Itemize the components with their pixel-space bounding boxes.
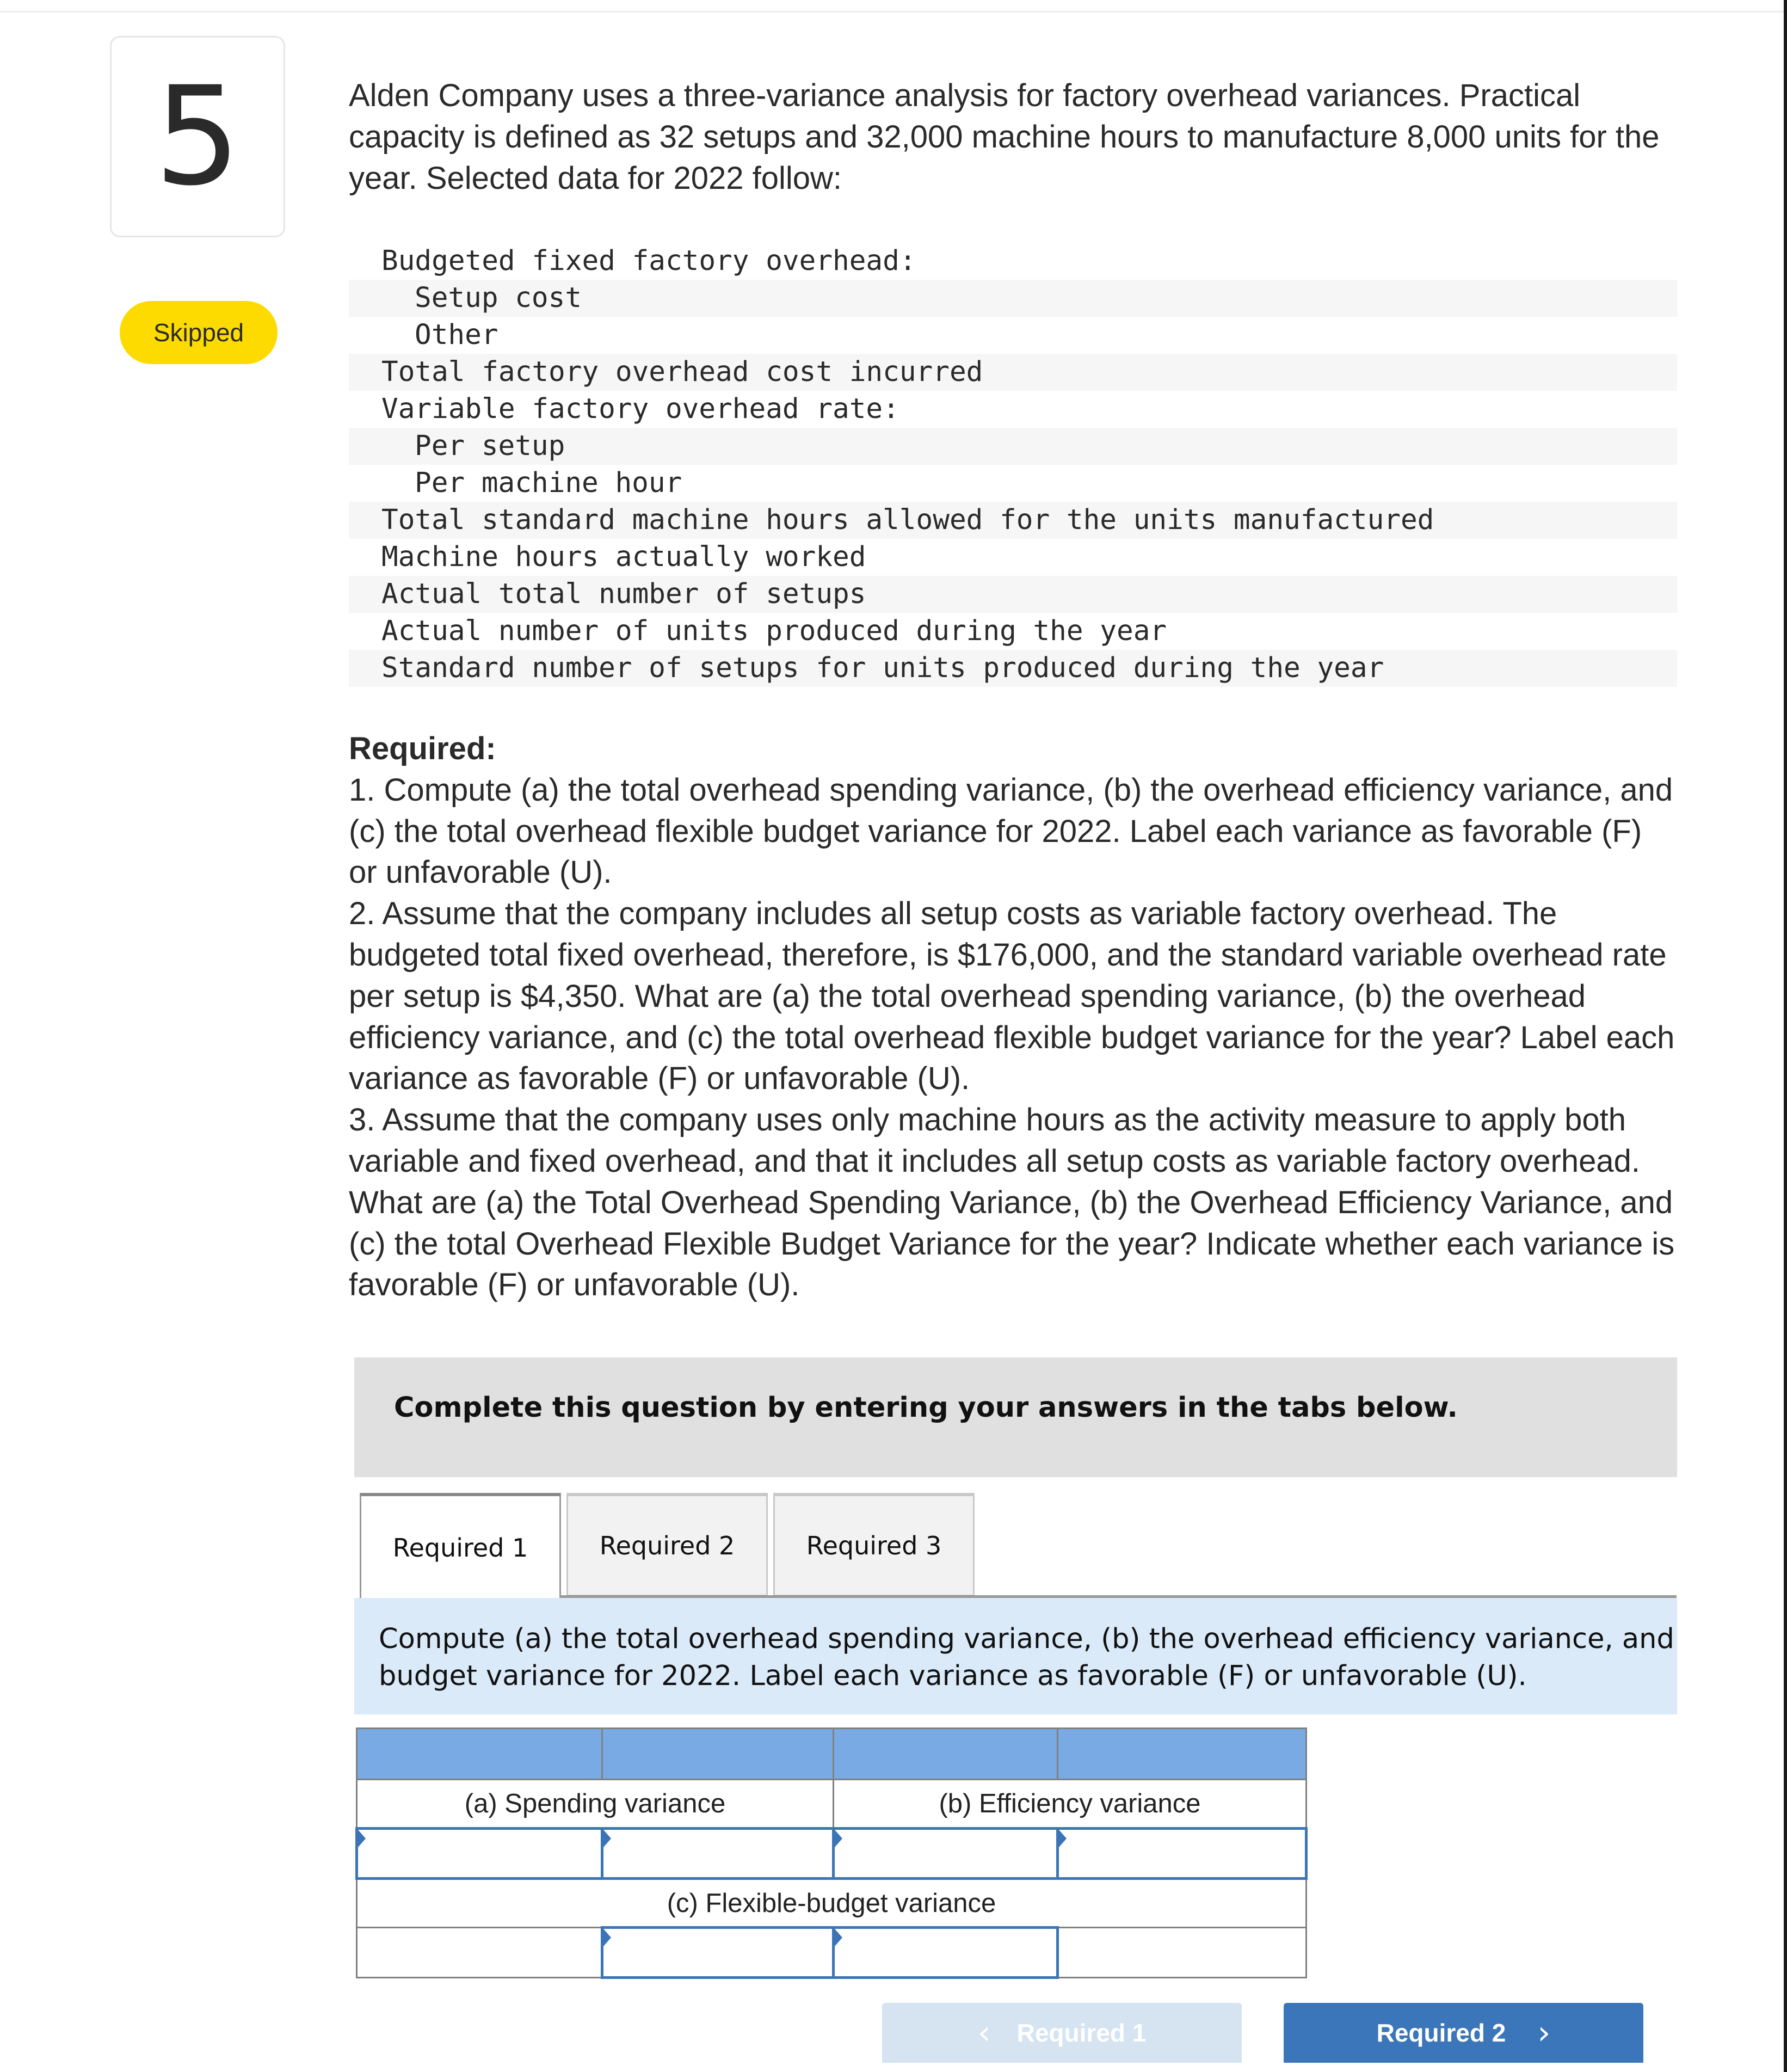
status-badge: Skipped	[120, 301, 278, 364]
chevron-left-icon: ‹	[977, 2014, 991, 2052]
data-table-row: Total factory overhead cost incurred	[349, 354, 1677, 391]
data-table-row: Variable factory overhead rate:	[349, 391, 1677, 428]
grid-header-cell	[833, 1727, 1058, 1780]
data-table-row: Actual total number of setups	[349, 576, 1677, 613]
required-section: Required: 1. Compute (a) the total overh…	[349, 728, 1677, 1306]
data-table-row-label: Machine hours actually worked	[381, 541, 866, 573]
window-edge	[1784, 0, 1787, 2072]
prev-required-label: Required 1	[1016, 2019, 1147, 2047]
tab-required-2[interactable]: Required 2	[566, 1493, 768, 1596]
data-table-row-label: Setup cost	[415, 282, 582, 314]
grid-header-cell	[601, 1727, 834, 1780]
spending-fu-cell	[601, 1827, 835, 1880]
spending-amount-cell	[355, 1827, 603, 1880]
data-table-row: Setup cost	[349, 280, 1677, 317]
grid-input-row	[356, 1926, 1307, 1979]
grid-label-row: (a) Spending variance (b) Efficiency var…	[356, 1779, 1307, 1829]
efficiency-amount-cell	[832, 1827, 1059, 1880]
data-table-row-label: Total standard machine hours allowed for…	[381, 504, 1434, 536]
empty-cell	[1057, 1927, 1307, 1978]
data-table-row: Per machine hour	[349, 465, 1677, 502]
flexible-amount-input[interactable]	[603, 1929, 832, 1976]
grid-header-cell	[1057, 1727, 1307, 1780]
spending-fu-input[interactable]	[603, 1830, 832, 1877]
next-required-button[interactable]: Required 2 ›	[1284, 2003, 1643, 2063]
data-table-row: Per setup	[349, 428, 1677, 465]
flexible-fu-input[interactable]	[835, 1929, 1056, 1976]
data-table-row: Standard number of setups for units prod…	[349, 650, 1677, 687]
next-required-label: Required 2	[1376, 2019, 1506, 2047]
grid-header-cell	[356, 1727, 603, 1780]
efficiency-amount-input[interactable]	[835, 1830, 1056, 1877]
flexible-budget-variance-label: (c) Flexible-budget variance	[356, 1878, 1307, 1928]
input-flag-icon	[835, 1830, 842, 1847]
tab-required-1[interactable]: Required 1	[360, 1493, 561, 1600]
question-number-card: 5	[110, 36, 285, 237]
input-flag-icon	[603, 1929, 611, 1946]
grid-input-row	[355, 1827, 1308, 1880]
flexible-fu-cell	[832, 1926, 1059, 1979]
tab-instruction-line-1: Compute (a) the total overhead spending …	[379, 1623, 1677, 1655]
input-flag-icon	[358, 1830, 366, 1847]
data-table-row: Actual number of units produced during t…	[349, 613, 1677, 650]
data-table-row-label: Per setup	[415, 430, 565, 462]
data-table-row-label: Standard number of setups for units prod…	[381, 652, 1384, 684]
data-table-row-label: Actual total number of setups	[381, 578, 866, 610]
question-number: 5	[154, 57, 241, 216]
empty-cell	[356, 1927, 603, 1978]
grid-header-row	[356, 1727, 1307, 1780]
answer-grid: (a) Spending variance (b) Efficiency var…	[355, 1727, 1308, 1979]
tab-required-3[interactable]: Required 3	[773, 1493, 975, 1596]
flexible-amount-cell	[601, 1926, 835, 1979]
data-table-row-label: Actual number of units produced during t…	[381, 615, 1167, 647]
tab-instruction-line-2: budget variance for 2022. Label each var…	[379, 1660, 1527, 1692]
efficiency-variance-label: (b) Efficiency variance	[833, 1779, 1307, 1829]
efficiency-fu-cell	[1056, 1827, 1308, 1880]
prev-required-button[interactable]: ‹ Required 1	[882, 2003, 1242, 2063]
grid-label-row: (c) Flexible-budget variance	[356, 1878, 1307, 1928]
data-table-row-label: Budgeted fixed factory overhead:	[381, 245, 916, 277]
data-table-row-label: Variable factory overhead rate:	[381, 393, 899, 425]
data-table-row-label: Per machine hour	[415, 467, 682, 499]
spending-variance-label: (a) Spending variance	[356, 1779, 834, 1829]
chevron-right-icon: ›	[1537, 2014, 1551, 2052]
input-flag-icon	[1059, 1830, 1067, 1847]
required-item-2: 2. Assume that the company includes all …	[349, 896, 1675, 1097]
data-table-row: Total standard machine hours allowed for…	[349, 502, 1677, 539]
required-item-1: 1. Compute (a) the total overhead spendi…	[349, 772, 1673, 890]
data-table: Budgeted fixed factory overhead: Setup co…	[349, 243, 1677, 687]
instructions-box: Complete this question by entering your …	[354, 1357, 1677, 1477]
required-item-3: 3. Assume that the company uses only mac…	[349, 1102, 1675, 1303]
question-intro: Alden Company uses a three-variance anal…	[349, 78, 1660, 196]
data-table-row-label: Total factory overhead cost incurred	[381, 356, 983, 388]
top-divider	[0, 11, 1787, 13]
data-table-row: Machine hours actually worked	[349, 539, 1677, 576]
required-heading: Required:	[349, 731, 496, 766]
data-table-row: Budgeted fixed factory overhead:	[349, 243, 1677, 280]
input-flag-icon	[835, 1929, 842, 1946]
efficiency-fu-input[interactable]	[1059, 1830, 1305, 1877]
input-flag-icon	[603, 1830, 611, 1847]
tab-bar: Required 1 Required 2 Required 3	[360, 1493, 980, 1600]
data-table-row-label: Other	[415, 319, 498, 351]
spending-amount-input[interactable]	[358, 1830, 601, 1877]
tab-instruction: Compute (a) the total overhead spending …	[354, 1598, 1677, 1714]
data-table-row: Other	[349, 317, 1677, 354]
instructions-text: Complete this question by entering your …	[394, 1391, 1458, 1424]
